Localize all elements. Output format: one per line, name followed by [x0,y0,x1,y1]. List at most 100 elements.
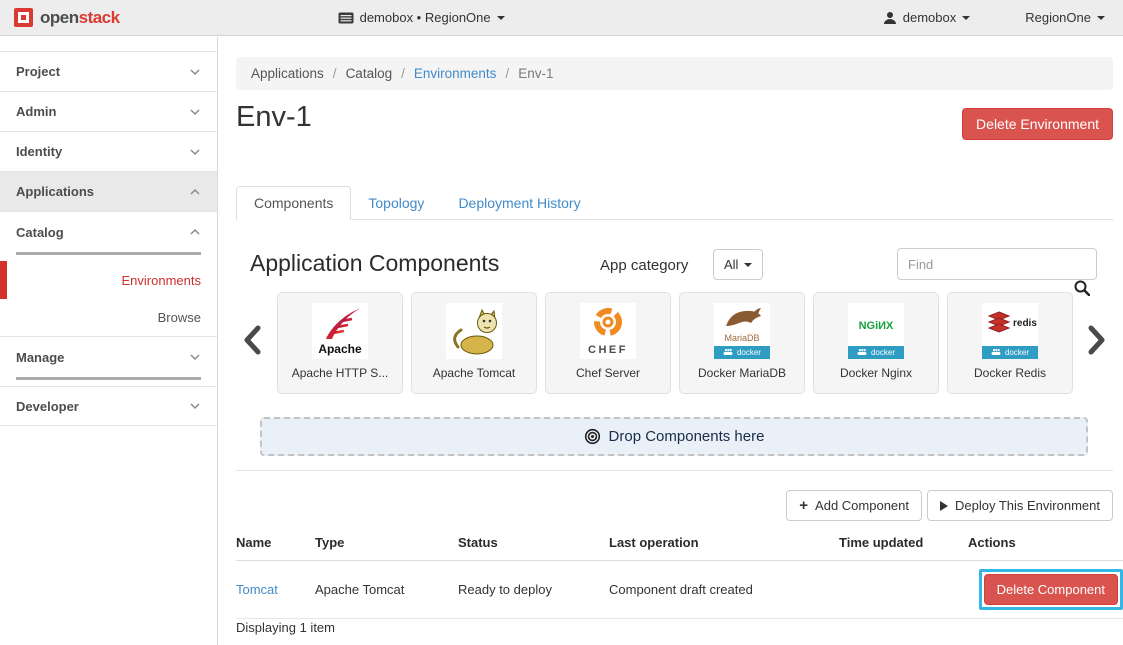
dropzone-label: Drop Components here [609,428,765,445]
breadcrumb-separator: / [401,66,405,81]
redis-cubes-icon: redis [982,304,1038,345]
column-header-actions: Actions [968,527,1123,561]
apache-httpd-logo: Apache [312,303,368,359]
sidebar-nav: Project Admin Identity Applications Cata… [0,37,218,645]
top-navbar: openstack demobox • RegionOne demobox Re… [0,0,1123,36]
component-card-label: Docker Redis [974,366,1046,380]
carousel-next-button[interactable] [1088,325,1106,360]
chevron-down-icon [189,148,201,156]
add-component-button[interactable]: + Add Component [786,490,922,521]
component-card-label: Apache Tomcat [433,366,516,380]
table-header-row: Name Type Status Last operation Time upd… [236,527,1123,561]
chevron-down-icon [189,353,201,361]
delete-environment-button[interactable]: Delete Environment [962,108,1113,140]
sidebar-item-identity[interactable]: Identity [0,132,217,172]
region-menu[interactable]: RegionOne [1025,10,1105,25]
apache-feather-icon: Apache [312,303,368,359]
breadcrumb-separator: / [505,66,509,81]
bullseye-icon [584,428,601,445]
caret-down-icon [497,16,505,20]
action-highlight-box: Delete Component [979,569,1123,610]
caret-down-icon [962,16,970,20]
breadcrumb-applications: Applications [251,66,324,81]
docker-redis-logo: redis docker [982,303,1038,359]
component-card-apache-http[interactable]: Apache Apache HTTP S... [277,292,403,394]
find-input[interactable] [897,248,1097,280]
nginx-wordmark-icon: NGiИX [848,304,904,345]
user-menu[interactable]: demobox [883,10,970,25]
component-card-docker-redis[interactable]: redis docker Docker Redis [947,292,1073,394]
sidebar-item-catalog[interactable]: Catalog [0,212,217,252]
sidebar-item-applications[interactable]: Applications [0,172,217,212]
svg-text:MariaDB: MariaDB [724,333,759,343]
caret-down-icon [1097,16,1105,20]
context-label: demobox • RegionOne [360,10,491,25]
section-divider [236,470,1113,471]
column-header-name: Name [236,527,315,561]
sidebar-item-developer[interactable]: Developer [0,386,217,426]
table-action-buttons: + Add Component Deploy This Environment [786,490,1113,521]
component-last-operation-cell: Component draft created [609,561,839,619]
docker-nginx-logo: NGiИX docker [848,303,904,359]
caret-down-icon [744,263,752,267]
breadcrumb-environments-link[interactable]: Environments [414,66,497,81]
sidebar-item-manage[interactable]: Manage [0,337,217,377]
docker-badge: docker [714,346,770,359]
chevron-up-icon [189,188,201,196]
table-row: Tomcat Apache Tomcat Ready to deploy Com… [236,561,1123,619]
openstack-cube-icon [14,8,33,27]
component-type-cell: Apache Tomcat [315,561,458,619]
components-table: Name Type Status Last operation Time upd… [236,527,1123,619]
docker-whale-icon [991,348,1002,357]
component-card-chef-server[interactable]: CHEF Chef Server [545,292,671,394]
openstack-logo[interactable]: openstack [14,8,120,28]
table-footer-count: Displaying 1 item [236,620,335,635]
breadcrumb-current: Env-1 [518,66,553,81]
search-icon[interactable] [1074,280,1090,301]
drop-components-zone[interactable]: Drop Components here [260,417,1088,456]
component-card-docker-mariadb[interactable]: MariaDB docker Docker MariaDB [679,292,805,394]
th-list-icon [338,12,354,24]
tab-components[interactable]: Components [236,186,351,220]
column-header-status: Status [458,527,609,561]
sidebar-divider [16,377,201,380]
openstack-wordmark: openstack [40,8,120,28]
component-name-link[interactable]: Tomcat [236,582,278,597]
docker-whale-icon [723,348,734,357]
category-dropdown[interactable]: All [713,249,763,280]
page-title: Env-1 [236,101,312,134]
component-carousel: Apache Apache HTTP S... Apache Tomcat [277,292,1073,394]
svg-text:Apache: Apache [318,342,362,356]
component-card-apache-tomcat[interactable]: Apache Tomcat [411,292,537,394]
chevron-down-icon [189,108,201,116]
sidebar-item-environments[interactable]: Environments [0,261,217,299]
carousel-prev-button[interactable] [243,325,261,360]
region-menu-label: RegionOne [1025,10,1091,25]
tomcat-cat-icon [446,303,502,359]
sidebar-divider [16,252,201,255]
docker-mariadb-logo: MariaDB docker [714,303,770,359]
chef-server-logo: CHEF [580,303,636,359]
column-header-time-updated: Time updated [839,527,968,561]
tab-deployment-history[interactable]: Deployment History [441,187,597,219]
chevron-down-icon [189,402,201,410]
delete-component-button[interactable]: Delete Component [984,574,1118,605]
component-time-updated-cell [839,561,968,619]
component-card-label: Docker MariaDB [698,366,786,380]
main-content: Applications / Catalog / Environments / … [219,37,1123,645]
docker-badge: docker [848,346,904,359]
component-card-docker-nginx[interactable]: NGiИX docker Docker Nginx [813,292,939,394]
docker-badge: docker [982,346,1038,359]
plus-icon: + [799,498,808,513]
mariadb-seal-icon: MariaDB [714,304,770,345]
tab-topology[interactable]: Topology [351,187,441,219]
svg-text:NGiИX: NGiИX [859,320,894,332]
sidebar-item-browse[interactable]: Browse [0,299,217,337]
sidebar-item-project[interactable]: Project [0,52,217,92]
chef-swirl-icon: CHEF [580,303,636,359]
project-context-switcher[interactable]: demobox • RegionOne [338,10,505,25]
sidebar-item-admin[interactable]: Admin [0,92,217,132]
deploy-environment-button[interactable]: Deploy This Environment [927,490,1113,521]
apache-tomcat-logo [446,303,502,359]
component-card-label: Apache HTTP S... [292,366,389,380]
